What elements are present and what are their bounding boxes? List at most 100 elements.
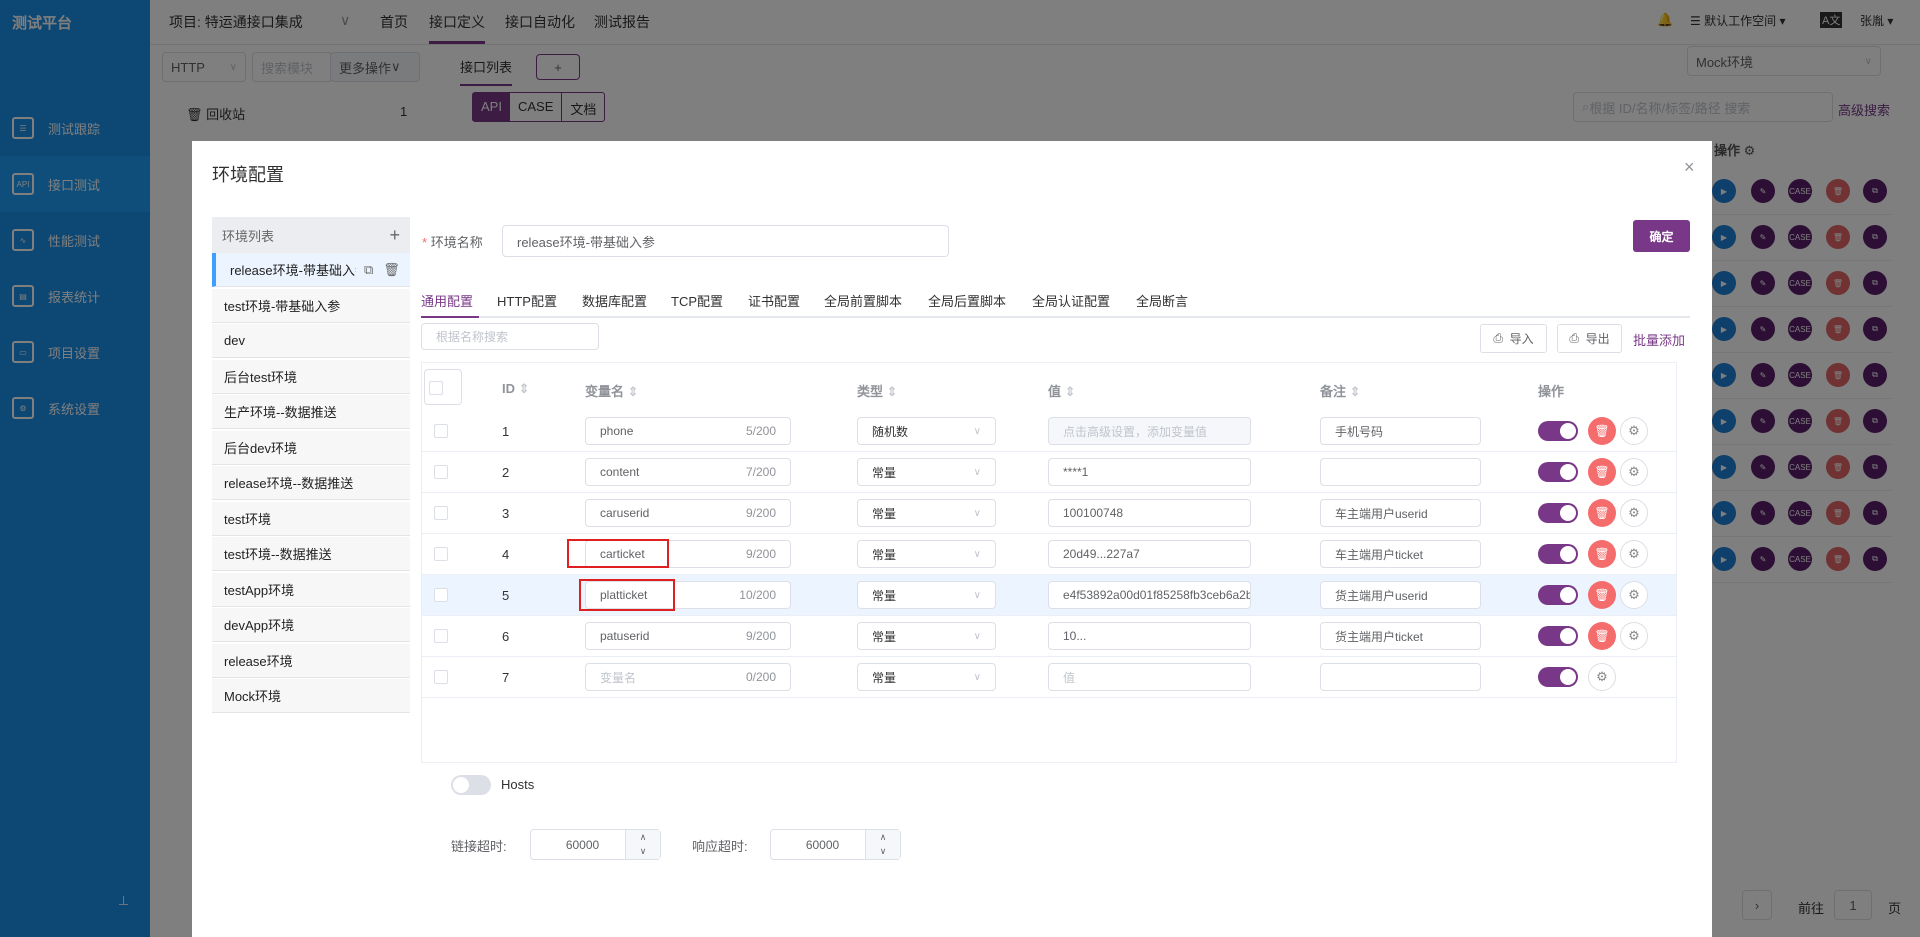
settings-button[interactable]: ⚙ — [1620, 499, 1648, 527]
env-list-item[interactable]: release环境-带基础入参 ⧉ 🗑 — [212, 253, 410, 287]
enable-toggle[interactable] — [1538, 462, 1578, 482]
env-list-item[interactable]: test环境 — [212, 501, 410, 536]
delete-icon[interactable]: 🗑 — [383, 262, 400, 278]
var-value-input[interactable]: 点击高级设置，添加变量值 — [1048, 417, 1251, 445]
var-type-select[interactable]: 常量 ∨ — [857, 581, 996, 609]
row-checkbox[interactable] — [434, 465, 448, 479]
sort-icon[interactable]: ⇕ — [887, 384, 898, 399]
env-list-item[interactable]: dev — [212, 324, 410, 358]
var-remark-input[interactable]: 车主端用户userid — [1320, 499, 1481, 527]
col-value[interactable]: 值 ⇕ — [1048, 381, 1076, 400]
env-list-item[interactable]: 后台dev环境 — [212, 430, 410, 465]
var-value-input[interactable]: 值 — [1048, 663, 1251, 691]
env-list-item[interactable]: testApp环境 — [212, 572, 410, 607]
enable-toggle[interactable] — [1538, 421, 1578, 441]
sort-icon[interactable]: ⇕ — [519, 381, 530, 396]
settings-button[interactable]: ⚙ — [1620, 540, 1648, 568]
var-remark-input[interactable]: 货主端用户ticket — [1320, 622, 1481, 650]
hosts-toggle[interactable] — [451, 775, 491, 795]
tab-0[interactable]: 通用配置 — [421, 291, 473, 310]
col-remark[interactable]: 备注 ⇕ — [1320, 381, 1361, 400]
settings-button[interactable]: ⚙ — [1588, 663, 1616, 691]
batch-add-link[interactable]: 批量添加 — [1633, 330, 1685, 349]
var-value-input[interactable]: e4f53892a00d01f85258fb3ceb6a2b1 — [1048, 581, 1251, 609]
sort-icon[interactable]: ⇕ — [1350, 384, 1361, 399]
response-timeout-stepper[interactable]: ∧ ∨ — [865, 830, 900, 859]
var-remark-input[interactable]: 货主端用户userid — [1320, 581, 1481, 609]
env-list-item[interactable]: Mock环境 — [212, 679, 410, 713]
delete-row-button[interactable]: 🗑 — [1588, 622, 1616, 650]
var-type-select[interactable]: 常量 ∨ — [857, 622, 996, 650]
tab-5[interactable]: 全局前置脚本 — [824, 291, 902, 310]
row-checkbox[interactable] — [434, 588, 448, 602]
tab-4[interactable]: 证书配置 — [748, 291, 800, 310]
sort-icon[interactable]: ⇕ — [1065, 384, 1076, 399]
settings-button[interactable]: ⚙ — [1620, 458, 1648, 486]
delete-row-button[interactable]: 🗑 — [1588, 417, 1616, 445]
delete-row-button[interactable]: 🗑 — [1588, 458, 1616, 486]
row-checkbox[interactable] — [434, 547, 448, 561]
confirm-button[interactable]: 确定 — [1633, 220, 1690, 252]
enable-toggle[interactable] — [1538, 626, 1578, 646]
col-type[interactable]: 类型 ⇕ — [857, 381, 898, 400]
row-checkbox[interactable] — [434, 670, 448, 684]
connect-timeout-stepper[interactable]: ∧ ∨ — [625, 830, 660, 859]
var-name-input[interactable]: content 7/200 — [585, 458, 791, 486]
tab-7[interactable]: 全局认证配置 — [1032, 291, 1110, 310]
tab-3[interactable]: TCP配置 — [671, 291, 723, 310]
var-remark-input[interactable]: 手机号码 — [1320, 417, 1481, 445]
enable-toggle[interactable] — [1538, 503, 1578, 523]
connect-timeout-label: 链接超时: — [451, 839, 507, 854]
env-name-input[interactable]: release环境-带基础入参 — [502, 225, 949, 257]
select-all-checkbox[interactable] — [429, 381, 443, 395]
delete-row-button[interactable]: 🗑 — [1588, 581, 1616, 609]
var-value-input[interactable]: 20d49...227a7 — [1048, 540, 1251, 568]
delete-row-button[interactable]: 🗑 — [1588, 499, 1616, 527]
var-type-select[interactable]: 随机数 ∨ — [857, 417, 996, 445]
var-type-select[interactable]: 常量 ∨ — [857, 458, 996, 486]
env-list-item[interactable]: test环境-带基础入参 — [212, 288, 410, 323]
var-name-input[interactable]: patuserid 9/200 — [585, 622, 791, 650]
close-icon[interactable]: × — [1684, 157, 1695, 178]
settings-button[interactable]: ⚙ — [1620, 581, 1648, 609]
row-checkbox[interactable] — [434, 629, 448, 643]
var-name-input[interactable]: caruserid 9/200 — [585, 499, 791, 527]
env-list-item[interactable]: devApp环境 — [212, 608, 410, 642]
col-id[interactable]: ID ⇕ — [502, 381, 530, 397]
export-button[interactable]: ⎙ 导出 — [1557, 324, 1622, 353]
env-list-item[interactable]: 后台test环境 — [212, 359, 410, 394]
var-name-input[interactable]: phone 5/200 — [585, 417, 791, 445]
tab-2[interactable]: 数据库配置 — [582, 291, 647, 310]
env-list-item[interactable]: release环境--数据推送 — [212, 466, 410, 500]
col-name[interactable]: 变量名 ⇕ — [585, 381, 639, 400]
var-value-input[interactable]: 100100748 — [1048, 499, 1251, 527]
row-checkbox[interactable] — [434, 506, 448, 520]
var-search-input[interactable]: 根据名称搜索 — [421, 323, 599, 350]
add-env-icon[interactable]: + — [389, 225, 400, 246]
enable-toggle[interactable] — [1538, 544, 1578, 564]
env-list-item[interactable]: 生产环境--数据推送 — [212, 395, 410, 429]
delete-row-button[interactable]: 🗑 — [1588, 540, 1616, 568]
settings-button[interactable]: ⚙ — [1620, 622, 1648, 650]
var-remark-input[interactable]: 车主端用户ticket — [1320, 540, 1481, 568]
env-list-item[interactable]: test环境--数据推送 — [212, 537, 410, 571]
import-button[interactable]: ⎙ 导入 — [1480, 324, 1547, 353]
var-type-select[interactable]: 常量 ∨ — [857, 540, 996, 568]
var-type-select[interactable]: 常量 ∨ — [857, 499, 996, 527]
var-type-select[interactable]: 常量 ∨ — [857, 663, 996, 691]
var-remark-input[interactable] — [1320, 663, 1481, 691]
env-list-item[interactable]: release环境 — [212, 643, 410, 678]
var-value-input[interactable]: ****1 — [1048, 458, 1251, 486]
var-remark-input[interactable] — [1320, 458, 1481, 486]
enable-toggle[interactable] — [1538, 585, 1578, 605]
copy-icon[interactable]: ⧉ — [364, 262, 373, 278]
enable-toggle[interactable] — [1538, 667, 1578, 687]
var-value-input[interactable]: 10... — [1048, 622, 1251, 650]
var-name-input[interactable]: 变量名 0/200 — [585, 663, 791, 691]
tab-6[interactable]: 全局后置脚本 — [928, 291, 1006, 310]
tab-8[interactable]: 全局断言 — [1136, 291, 1188, 310]
row-checkbox[interactable] — [434, 424, 448, 438]
sort-icon[interactable]: ⇕ — [628, 384, 639, 399]
settings-button[interactable]: ⚙ — [1620, 417, 1648, 445]
tab-1[interactable]: HTTP配置 — [497, 291, 557, 310]
